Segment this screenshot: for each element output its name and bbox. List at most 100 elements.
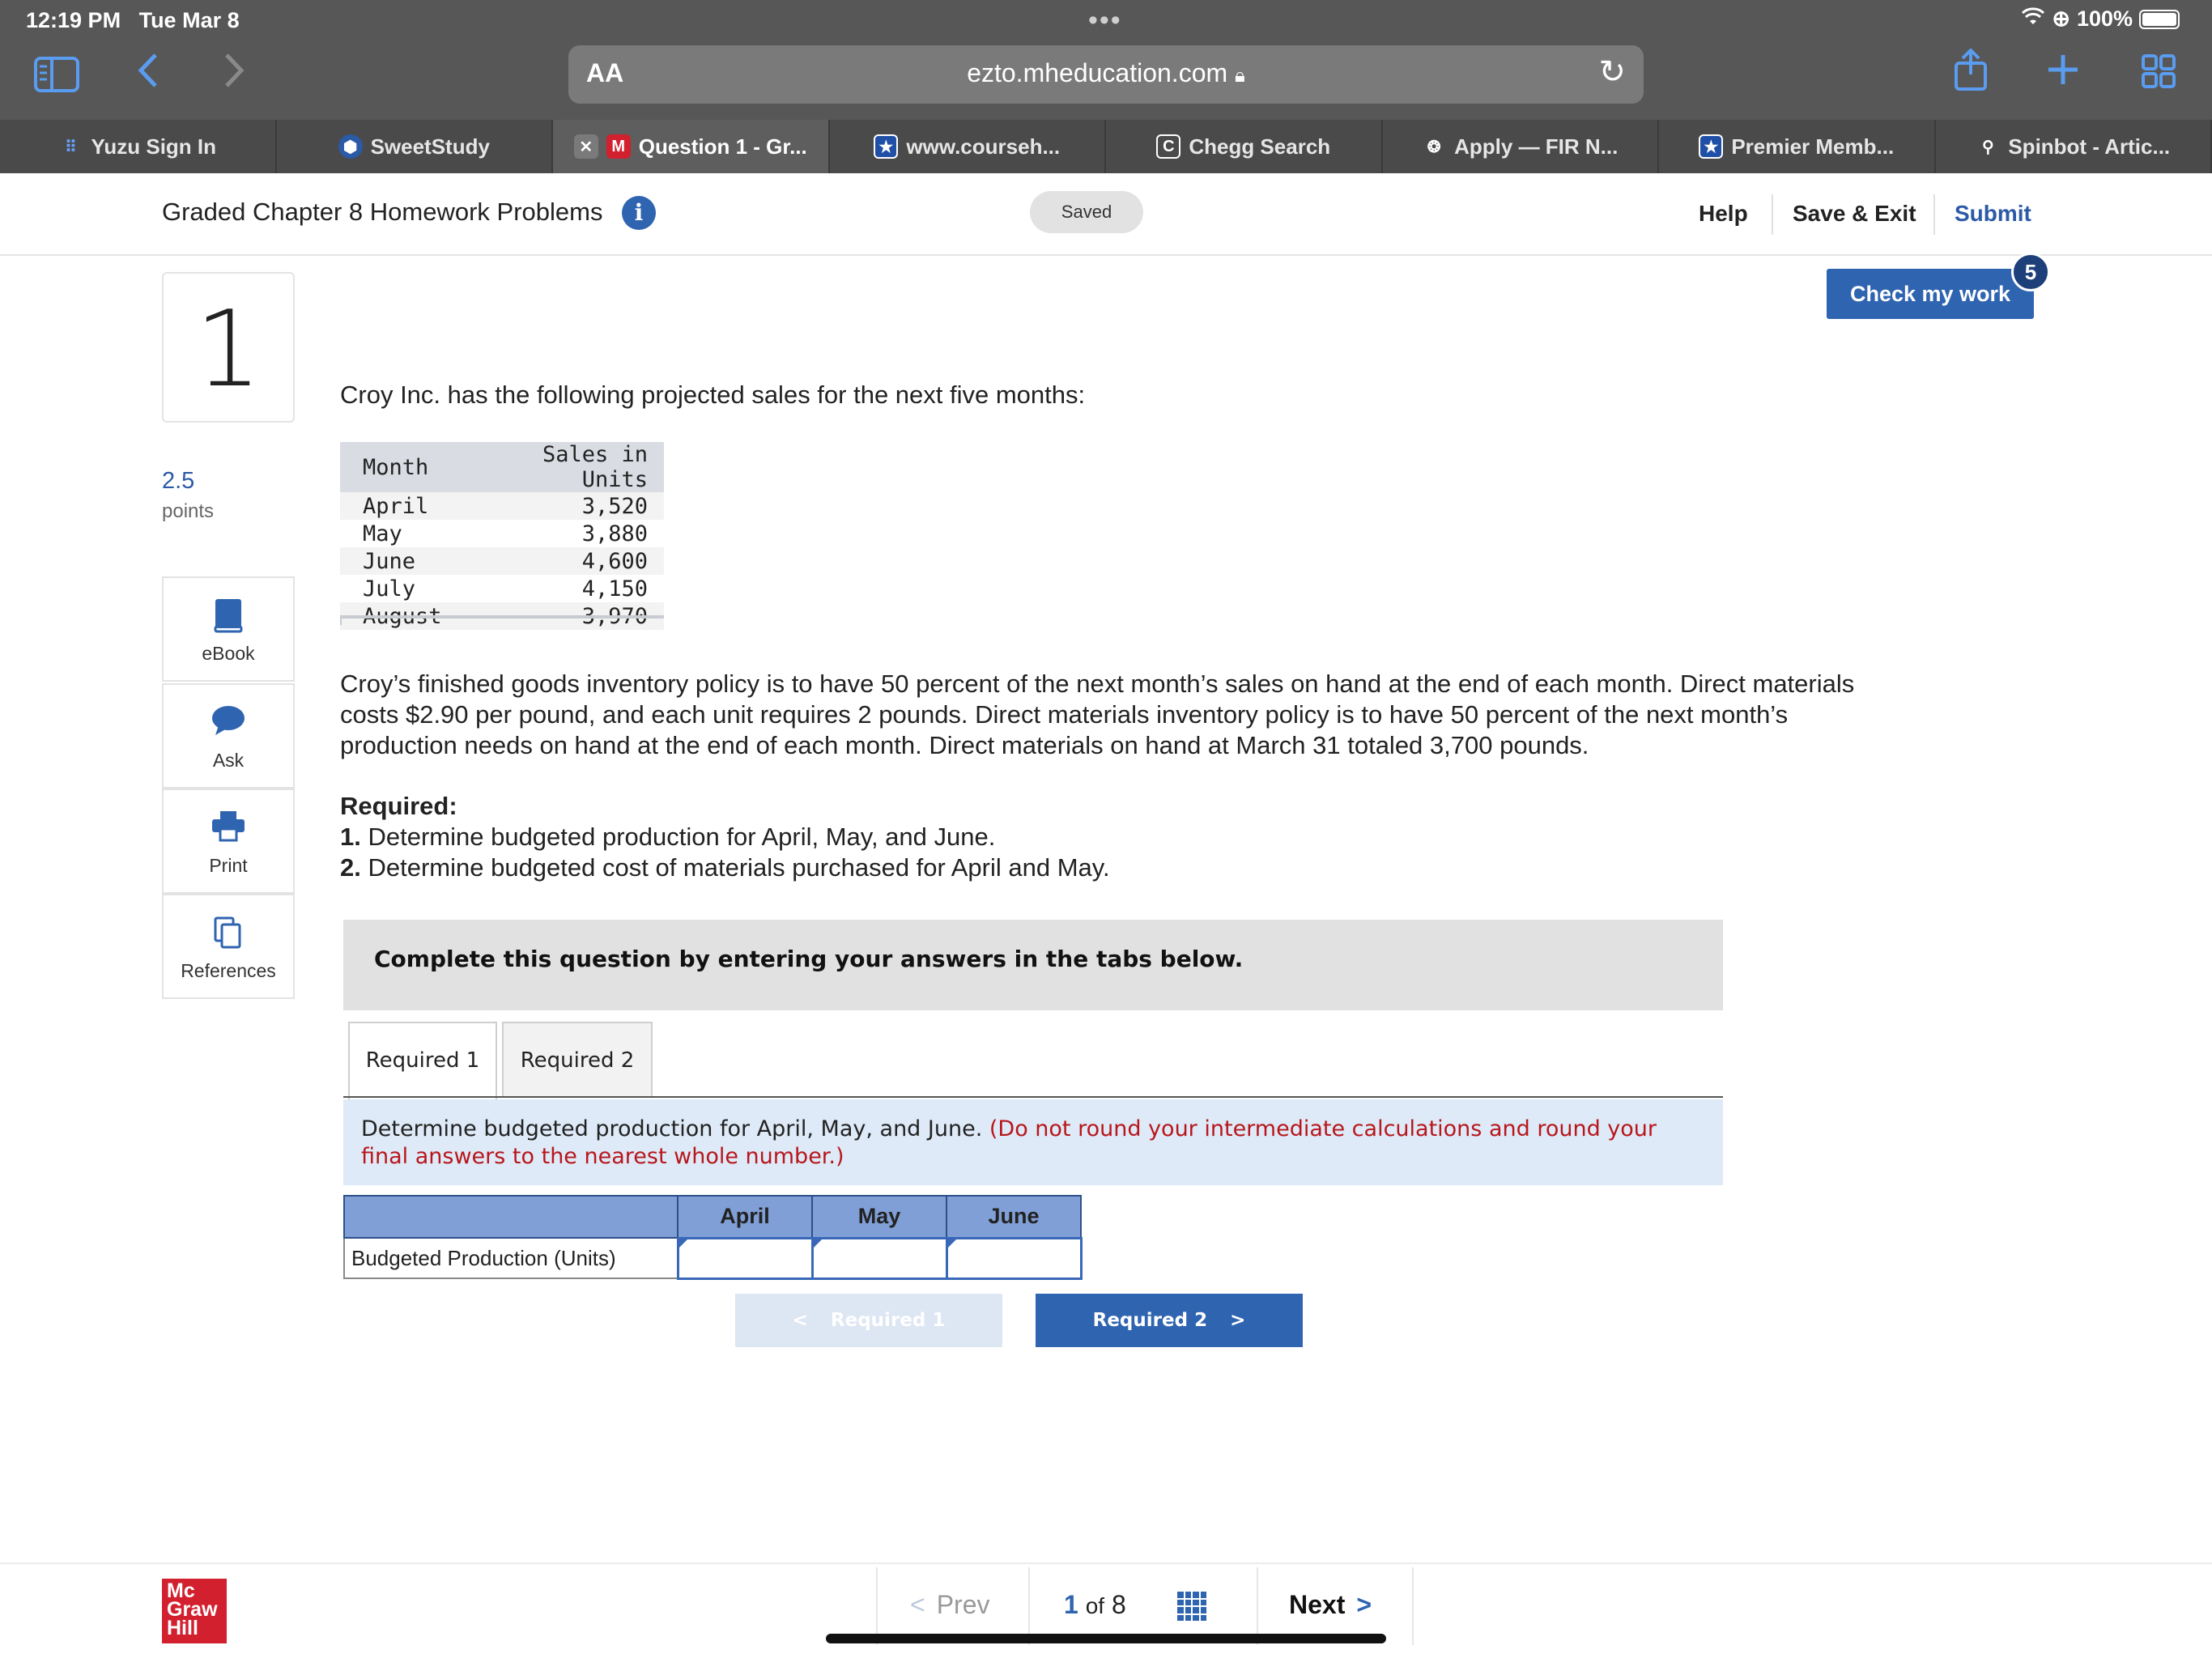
button-label: Required 1	[830, 1310, 946, 1331]
browser-tab-strip: ⠿ Yuzu Sign In ⬢ SweetStudy ✕ M Question 1 -…	[0, 120, 2212, 173]
wifi-icon	[2021, 6, 2045, 32]
browser-tab-question[interactable]: ✕ M Question 1 - Gr...	[553, 120, 830, 173]
copy-icon	[164, 915, 293, 954]
browser-tab-yuzu[interactable]: ⠿ Yuzu Sign In	[0, 120, 277, 173]
check-count-badge: 5	[2011, 253, 2050, 291]
next-question-button[interactable]: Next >	[1289, 1590, 1372, 1620]
browser-tab-sweetstudy[interactable]: ⬢ SweetStudy	[277, 120, 553, 173]
question-grid-icon[interactable]	[1177, 1592, 1206, 1621]
tab-required-2[interactable]: Required 2	[502, 1022, 653, 1098]
question-number: 1	[162, 272, 295, 423]
answer-table: April May June Budgeted Production (Unit…	[343, 1195, 1083, 1280]
sidebar-toggle-icon[interactable]	[34, 53, 79, 100]
units-cell: 4,150	[581, 576, 648, 602]
ask-tool-button[interactable]: Ask	[162, 683, 295, 789]
tab-overview-dots-icon[interactable]: •••	[1088, 5, 1122, 36]
header-divider	[1933, 194, 1935, 235]
table-scroll-bar[interactable]	[340, 615, 664, 625]
prev-question-button[interactable]: < Prev	[910, 1590, 989, 1620]
date-text: Tue Mar 8	[138, 8, 240, 32]
forward-icon[interactable]	[222, 50, 246, 99]
month-cell: July	[363, 576, 416, 602]
required-number: 1.	[340, 823, 361, 851]
prompt-main: Determine budgeted production for April,…	[361, 1116, 989, 1141]
table-row: July 4,150	[340, 575, 664, 602]
home-indicator[interactable]	[826, 1634, 1386, 1643]
prompt-text: Determine budgeted production for April,…	[361, 1116, 1705, 1171]
book-icon	[164, 597, 293, 636]
browser-tab-coursehero[interactable]: ★ www.courseh...	[830, 120, 1106, 173]
tab-required-1[interactable]: Required 1	[348, 1022, 497, 1099]
browser-tab-chegg[interactable]: C Chegg Search	[1106, 120, 1383, 173]
browser-tab-apply[interactable]: ❂ Apply — FIR N...	[1383, 120, 1659, 173]
battery-icon	[2139, 9, 2180, 29]
chat-icon	[164, 704, 293, 743]
check-my-work-button[interactable]: Check my work	[1827, 269, 2034, 319]
required-number: 2.	[340, 853, 361, 882]
points-value: 2.5	[162, 468, 195, 494]
question-intro: Croy Inc. has the following projected sa…	[340, 380, 1086, 409]
required-text: Determine budgeted production for April,…	[360, 823, 996, 851]
previous-required-button[interactable]: < Required 1	[735, 1294, 1002, 1347]
tab-label: SweetStudy	[370, 134, 490, 159]
back-icon[interactable]	[136, 50, 160, 99]
tab-grid-icon[interactable]	[2141, 50, 2176, 97]
answer-header-row: April May June	[343, 1195, 1082, 1239]
print-tool-button[interactable]: Print	[162, 789, 295, 894]
required-item-1: 1. Determine budgeted production for Apr…	[340, 823, 995, 852]
tab-underline	[343, 1096, 1723, 1098]
address-bar[interactable]: AA ezto.mheducation.com 🔒︎ ↻	[568, 45, 1644, 104]
required-text: Determine budgeted cost of materials pur…	[360, 853, 1110, 882]
prompt-box: Determine budgeted production for April,…	[343, 1099, 1723, 1185]
chevron-left-icon: <	[792, 1310, 808, 1331]
header-divider	[1772, 194, 1773, 235]
browser-tab-spinbot[interactable]: ⚲ Spinbot - Artic...	[1936, 120, 2212, 173]
required-heading: Required:	[340, 792, 457, 820]
assignment-header: Graded Chapter 8 Homework Problems i Sav…	[0, 173, 2212, 256]
share-icon[interactable]	[1953, 48, 1989, 99]
new-tab-icon[interactable]	[2045, 49, 2081, 96]
chevron-left-icon: <	[910, 1590, 925, 1619]
url-field[interactable]: ezto.mheducation.com 🔒︎	[568, 58, 1644, 88]
star-icon: ★	[874, 134, 899, 159]
column-header: June	[946, 1195, 1082, 1239]
may-production-input[interactable]	[810, 1236, 948, 1280]
references-tool-button[interactable]: References	[162, 894, 295, 999]
saved-status-badge: Saved	[1030, 191, 1143, 233]
orientation-lock-icon: ⊕	[2052, 6, 2070, 31]
reload-icon[interactable]: ↻	[1598, 53, 1626, 91]
logo-line: Hill	[167, 1617, 198, 1639]
june-production-input[interactable]	[945, 1236, 1083, 1280]
total-pages: 8	[1111, 1590, 1126, 1619]
help-link[interactable]: Help	[1699, 201, 1748, 227]
tool-label: Ask	[212, 750, 245, 771]
next-required-button[interactable]: Required 2 >	[1036, 1294, 1303, 1347]
tab-label: Question 1 - Gr...	[638, 134, 807, 159]
submit-link[interactable]: Submit	[1955, 201, 2031, 227]
lock-icon: 🔒︎	[1235, 65, 1245, 87]
tool-label: eBook	[202, 643, 255, 664]
mcgraw-m-icon: M	[606, 134, 631, 159]
units-cell: 3,880	[581, 521, 648, 546]
page-title: Graded Chapter 8 Homework Problems	[162, 198, 603, 226]
browser-tab-premier[interactable]: ★ Premier Memb...	[1659, 120, 1936, 173]
table-row: Budgeted Production (Units)	[343, 1236, 1083, 1280]
close-tab-icon[interactable]: ✕	[573, 134, 598, 159]
tab-label: www.courseh...	[906, 134, 1061, 159]
month-cell: April	[340, 492, 458, 520]
info-icon[interactable]: i	[622, 196, 656, 230]
april-production-input[interactable]	[676, 1236, 814, 1280]
time-text: 12:19 PM	[26, 8, 121, 32]
units-cell: 4,600	[457, 547, 664, 575]
ebook-tool-button[interactable]: eBook	[162, 576, 295, 682]
browser-chrome: 12:19 PM Tue Mar 8 ••• ⊕ 100% AA ezto.mh…	[0, 0, 2212, 173]
chegg-icon: C	[1156, 134, 1181, 159]
button-label: Required 2	[1092, 1310, 1208, 1331]
save-exit-link[interactable]: Save & Exit	[1793, 201, 1916, 227]
star-icon: ★	[1699, 134, 1724, 159]
status-time: 12:19 PM Tue Mar 8	[26, 8, 240, 33]
tab-label: Premier Memb...	[1731, 134, 1895, 159]
table-row: April 3,520	[340, 492, 664, 520]
page-count[interactable]: 1 of 8	[1064, 1590, 1126, 1620]
instruction-text: Complete this question by entering your …	[374, 946, 1244, 972]
